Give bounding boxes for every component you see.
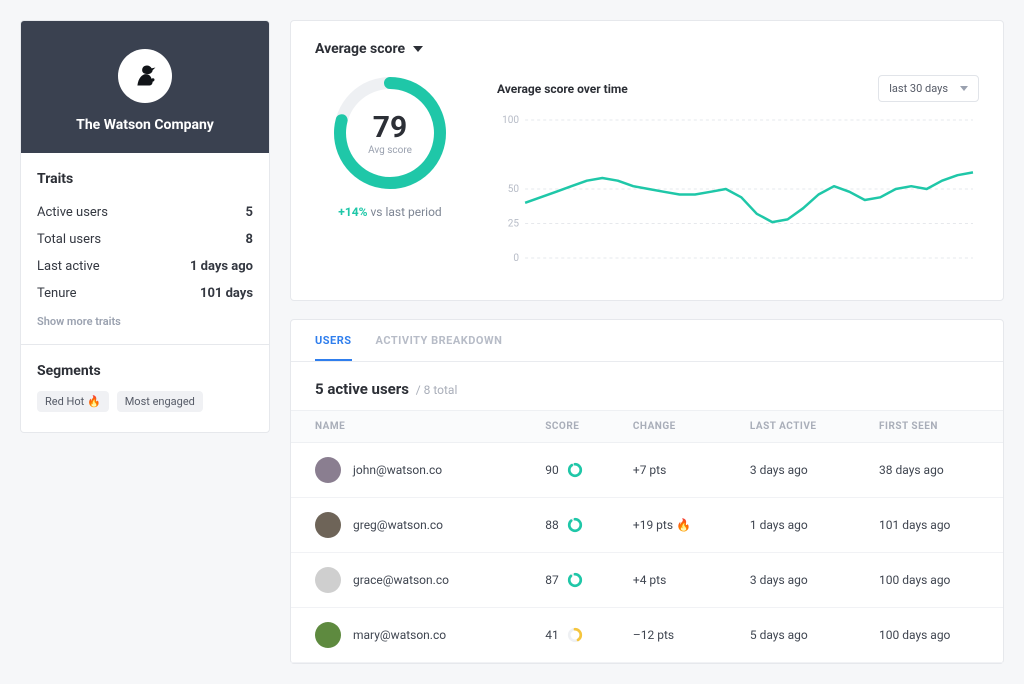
score-header-label: Average score — [315, 41, 405, 57]
user-change: +7 pts — [621, 443, 738, 498]
trait-row: Last active1 days ago — [37, 253, 253, 280]
segment-tag[interactable]: Red Hot 🔥 — [37, 391, 109, 412]
chevron-down-icon — [413, 46, 423, 52]
svg-text:25: 25 — [508, 219, 520, 230]
table-row[interactable]: mary@watson.co41–12 pts5 days ago100 day… — [291, 608, 1003, 663]
table-row[interactable]: greg@watson.co 88 +19 pts 🔥1 days ago101 d… — [291, 498, 1003, 553]
user-first-seen: 38 days ago — [867, 443, 1003, 498]
avatar — [315, 622, 341, 648]
trait-row: Active users5 — [37, 199, 253, 226]
avatar — [315, 457, 341, 483]
company-avatar — [118, 49, 172, 103]
score-delta: +14% vs last period — [338, 205, 441, 219]
score-value: 79 — [373, 110, 407, 145]
traits-title: Traits — [37, 171, 253, 187]
user-score: 88 — [545, 518, 559, 532]
svg-text:50: 50 — [508, 184, 520, 195]
tab-activity-breakdown[interactable]: ACTIVITY BREAKDOWN — [376, 334, 503, 361]
user-first-seen: 100 days ago — [867, 608, 1003, 663]
line-chart: 0 25 50 100 — [497, 112, 979, 272]
user-email: grace@watson.co — [353, 573, 449, 587]
user-first-seen: 101 days ago — [867, 498, 1003, 553]
users-table: NAME SCORE CHANGE LAST ACTIVE FIRST SEEN… — [291, 410, 1003, 663]
range-select[interactable]: last 30 days — [878, 75, 979, 102]
col-first-seen[interactable]: FIRST SEEN — [867, 411, 1003, 443]
traits-card: Traits Active users5Total users8Last act… — [20, 153, 270, 345]
avatar — [315, 567, 341, 593]
user-email: john@watson.co — [353, 463, 442, 477]
table-row[interactable]: grace@watson.co 87 +4 pts3 days ago100 day… — [291, 553, 1003, 608]
tab-users[interactable]: USERS — [315, 334, 352, 361]
trait-row: Tenure101 days — [37, 280, 253, 307]
table-row[interactable]: john@watson.co 90 +7 pts3 days ago38 days … — [291, 443, 1003, 498]
svg-text:0: 0 — [513, 253, 519, 264]
user-last-active: 3 days ago — [738, 553, 867, 608]
segments-title: Segments — [37, 363, 253, 379]
user-change: –12 pts — [621, 608, 738, 663]
score-dropdown[interactable]: Average score — [315, 41, 979, 57]
svg-text:100: 100 — [502, 115, 519, 126]
score-ring-icon — [567, 517, 583, 533]
user-change: +19 pts 🔥 — [621, 498, 738, 553]
company-header: The Watson Company — [20, 20, 270, 153]
col-change[interactable]: CHANGE — [621, 411, 738, 443]
users-summary: 5 active users / 8 total — [291, 362, 1003, 410]
user-first-seen: 100 days ago — [867, 553, 1003, 608]
user-score: 90 — [545, 463, 559, 477]
col-last-active[interactable]: LAST ACTIVE — [738, 411, 867, 443]
user-score: 87 — [545, 573, 559, 587]
score-value-label: Avg score — [368, 145, 412, 156]
score-donut: 79 Avg score — [332, 75, 448, 191]
avatar — [315, 512, 341, 538]
score-ring-icon — [567, 462, 583, 478]
show-more-traits[interactable]: Show more traits — [37, 315, 253, 328]
company-name: The Watson Company — [37, 117, 253, 133]
segments-card: Segments Red Hot 🔥 Most engaged — [20, 345, 270, 433]
user-email: greg@watson.co — [353, 518, 443, 532]
col-name[interactable]: NAME — [291, 411, 533, 443]
user-last-active: 3 days ago — [738, 443, 867, 498]
segment-tag[interactable]: Most engaged — [117, 391, 203, 412]
users-card: USERS ACTIVITY BREAKDOWN 5 active users … — [290, 319, 1004, 664]
score-ring-icon — [567, 627, 583, 643]
user-last-active: 5 days ago — [738, 608, 867, 663]
trait-row: Total users8 — [37, 226, 253, 253]
user-last-active: 1 days ago — [738, 498, 867, 553]
col-score[interactable]: SCORE — [533, 411, 621, 443]
user-change: +4 pts — [621, 553, 738, 608]
chevron-down-icon — [960, 86, 968, 91]
score-card: Average score 79 Avg score — [290, 20, 1004, 301]
chart-title: Average score over time — [497, 82, 628, 96]
score-ring-icon — [567, 572, 583, 588]
